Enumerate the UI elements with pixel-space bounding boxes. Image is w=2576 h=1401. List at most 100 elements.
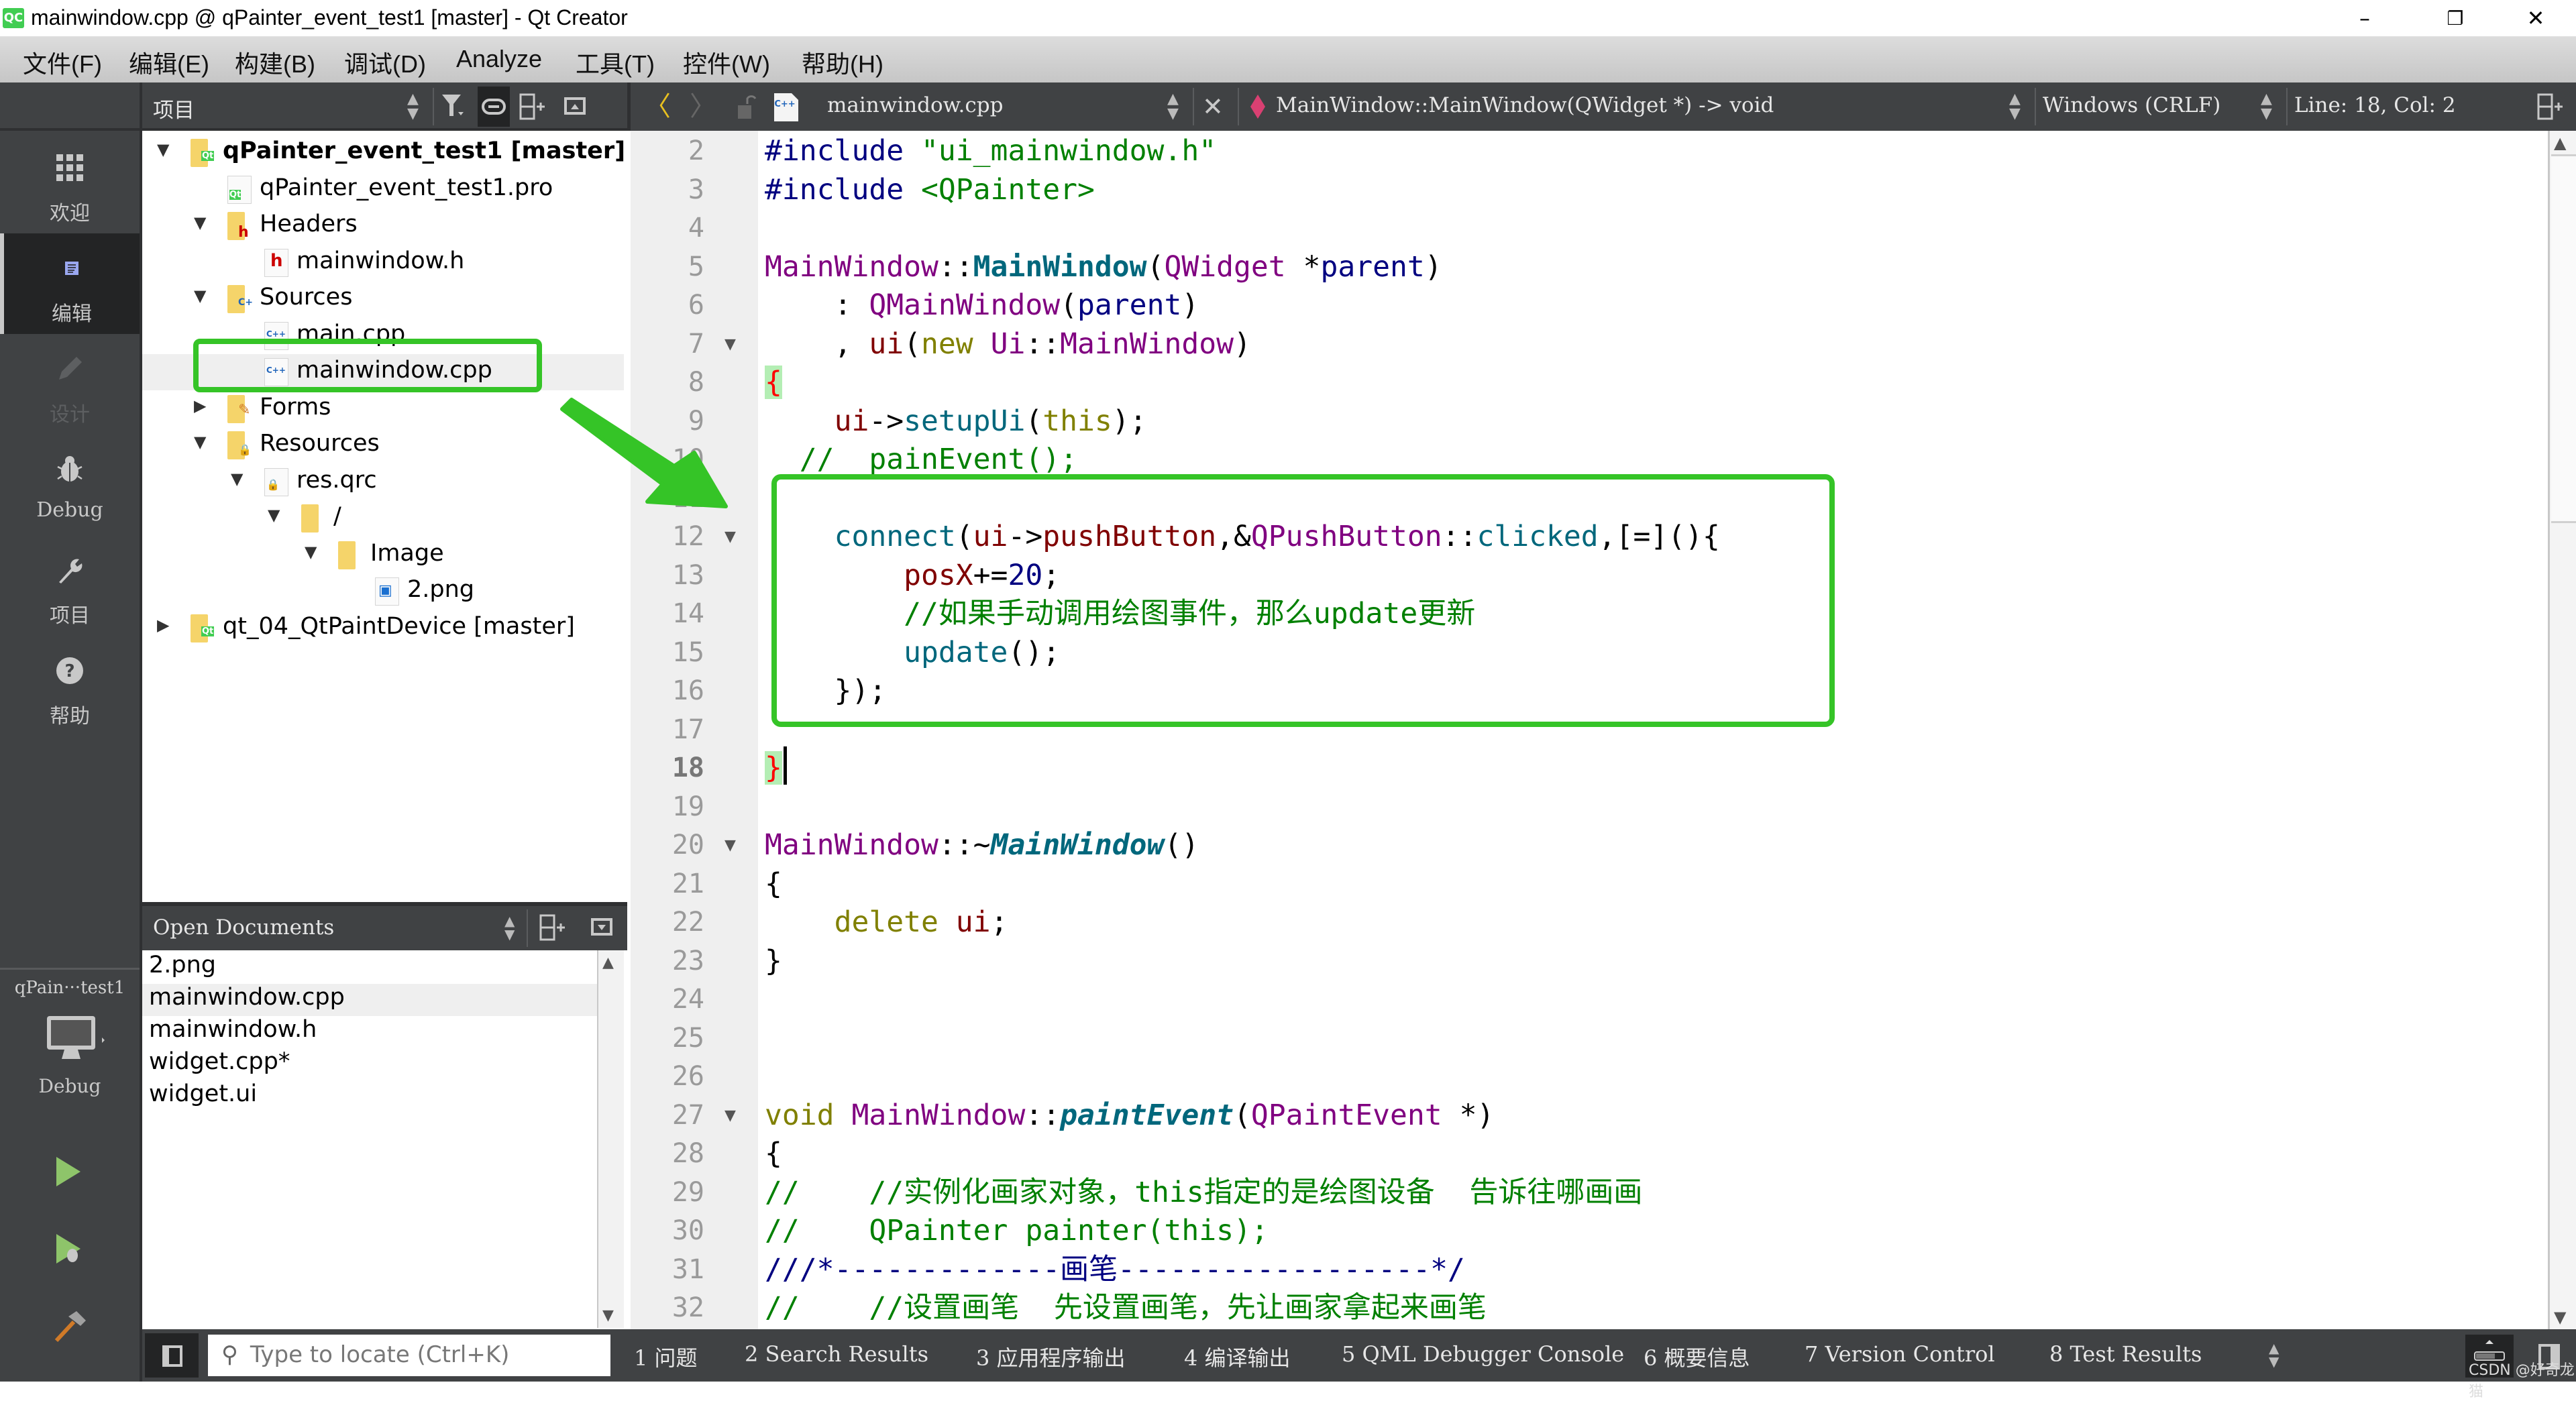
menu-tools[interactable]: 工具(T) bbox=[576, 45, 655, 80]
expand-arrow-icon[interactable]: ▼ bbox=[268, 506, 280, 524]
sync-link-button[interactable] bbox=[478, 87, 510, 127]
symbol-updown-icon[interactable]: ▲ ▼ bbox=[2009, 92, 2021, 121]
scroll-up-icon[interactable]: ▲ bbox=[2554, 133, 2566, 152]
menu-edit[interactable]: 编辑(E) bbox=[129, 45, 209, 80]
tree-item[interactable]: ▼ C+ Sources bbox=[142, 281, 624, 317]
expand-arrow-icon[interactable]: ▼ bbox=[305, 543, 317, 561]
code-line[interactable]: { bbox=[765, 865, 782, 903]
tree-item[interactable]: ▼ Qt qPainter_event_test1 [master] bbox=[142, 135, 625, 171]
output-pane-button[interactable]: 3 应用程序输出 bbox=[976, 1341, 1126, 1372]
menu-window[interactable]: 控件(W) bbox=[683, 45, 770, 80]
symbol-selector[interactable]: MainWindow::MainWindow(QWidget *) -> voi… bbox=[1276, 93, 1774, 117]
code-line[interactable]: : QMainWindow(parent) bbox=[765, 286, 1199, 325]
run-button[interactable] bbox=[54, 1156, 83, 1190]
filter-icon[interactable] bbox=[441, 92, 465, 126]
tree-item[interactable]: ▼ Image bbox=[142, 537, 624, 573]
tree-item[interactable]: ▼ h Headers bbox=[142, 208, 624, 244]
code-line[interactable]: } bbox=[765, 942, 782, 980]
open-document-item[interactable]: 2.png bbox=[142, 952, 597, 984]
code-line[interactable]: // painEvent(); bbox=[765, 441, 1077, 479]
code-line[interactable]: ui->setupUi(this); bbox=[765, 402, 1147, 441]
code-line[interactable]: // //实例化画家对象，this指定的是绘图设备 告诉往哪画画 bbox=[765, 1174, 1642, 1212]
code-line[interactable]: #include "ui_mainwindow.h" bbox=[765, 132, 1216, 170]
scroll-up-icon[interactable]: ▲ bbox=[602, 954, 614, 971]
toggle-sidebar-button[interactable] bbox=[145, 1333, 199, 1378]
view-selector-updown-icon[interactable]: ▲ ▼ bbox=[407, 92, 419, 121]
menu-analyze[interactable]: Analyze bbox=[456, 45, 542, 73]
expand-arrow-icon[interactable]: ▼ bbox=[194, 286, 206, 305]
open-documents-scrollbar[interactable]: ▲ ▼ bbox=[597, 950, 624, 1328]
close-document-icon[interactable]: ✕ bbox=[1202, 92, 1224, 121]
tree-item[interactable]: ▶ Qt qt_04_QtPaintDevice [master] bbox=[142, 610, 624, 647]
view-selector-updown-icon[interactable]: ▲ ▼ bbox=[504, 914, 515, 941]
expand-arrow-icon[interactable]: ▼ bbox=[231, 469, 243, 488]
collapse-arrow-icon[interactable]: ▶ bbox=[157, 616, 169, 634]
output-pane-button[interactable]: 1 问题 bbox=[634, 1341, 698, 1372]
unlock-icon[interactable] bbox=[737, 92, 757, 129]
file-updown-icon[interactable]: ▲ ▼ bbox=[1167, 92, 1179, 121]
fold-marker-icon[interactable]: ▼ bbox=[724, 826, 736, 864]
open-document-item[interactable]: widget.ui bbox=[142, 1080, 597, 1113]
tree-item[interactable]: Qt qPainter_event_test1.pro bbox=[142, 172, 624, 208]
maximize-button[interactable]: ❐ bbox=[2412, 0, 2499, 37]
scroll-down-icon[interactable]: ▼ bbox=[602, 1307, 614, 1324]
minimize-button[interactable]: – bbox=[2321, 0, 2408, 37]
build-button[interactable] bbox=[52, 1310, 87, 1347]
expand-arrow-icon[interactable]: ▼ bbox=[194, 213, 206, 232]
pane-updown-icon[interactable]: ▲ ▼ bbox=[2269, 1341, 2279, 1368]
fold-marker-icon[interactable]: ▼ bbox=[724, 325, 736, 363]
expand-arrow-icon[interactable]: ▼ bbox=[194, 433, 206, 451]
code-line[interactable]: delete ui; bbox=[765, 903, 1008, 942]
open-document-item[interactable]: mainwindow.h bbox=[142, 1016, 597, 1048]
scroll-down-icon[interactable]: ▼ bbox=[2554, 1308, 2566, 1327]
editor-scrollbar-thumb[interactable] bbox=[2551, 154, 2576, 523]
open-document-item[interactable]: mainwindow.cpp bbox=[142, 984, 597, 1016]
line-ending-updown-icon[interactable]: ▲ ▼ bbox=[2261, 92, 2272, 121]
menu-file[interactable]: 文件(F) bbox=[23, 45, 102, 80]
split-editor-icon[interactable] bbox=[2536, 92, 2565, 129]
output-pane-button[interactable]: 7 Version Control bbox=[1805, 1341, 1995, 1367]
menu-help[interactable]: 帮助(H) bbox=[802, 45, 883, 80]
code-line[interactable]: #include <QPainter> bbox=[765, 171, 1095, 209]
debug-run-button[interactable] bbox=[54, 1233, 83, 1268]
nav-back-icon[interactable]: 〈 bbox=[644, 92, 671, 121]
code-line[interactable]: void MainWindow::paintEvent(QPaintEvent … bbox=[765, 1097, 1494, 1135]
output-pane-button[interactable]: 6 概要信息 bbox=[1644, 1341, 1750, 1372]
mode-welcome[interactable]: 欢迎 bbox=[0, 133, 140, 233]
close-panel-icon[interactable] bbox=[561, 92, 588, 126]
output-pane-button[interactable]: 2 Search Results bbox=[745, 1341, 928, 1367]
mode-design[interactable]: 设计 bbox=[0, 334, 140, 435]
mode-debug[interactable]: Debug bbox=[0, 435, 140, 535]
code-line[interactable]: ///*-------------画笔------------------*/ bbox=[765, 1251, 1465, 1289]
current-file-selector[interactable]: mainwindow.cpp bbox=[827, 93, 1003, 117]
code-line[interactable]: MainWindow::~MainWindow() bbox=[765, 826, 1199, 864]
mode-help[interactable]: ? 帮助 bbox=[0, 636, 140, 736]
mode-projects[interactable]: 项目 bbox=[0, 535, 140, 636]
fold-marker-icon[interactable]: ▼ bbox=[724, 518, 736, 556]
expand-arrow-icon[interactable]: ▼ bbox=[157, 140, 169, 159]
kit-selector[interactable] bbox=[46, 1015, 106, 1064]
output-pane-button[interactable]: 4 编译输出 bbox=[1184, 1341, 1291, 1372]
menu-debug[interactable]: 调试(D) bbox=[344, 45, 426, 80]
locator-input[interactable]: ⚲ Type to locate (Ctrl+K) bbox=[208, 1335, 610, 1376]
code-line[interactable]: { bbox=[765, 363, 782, 402]
code-line[interactable]: // //设置画笔 先设置画笔，先让画家拿起来画笔 bbox=[765, 1289, 1487, 1327]
open-document-item[interactable]: widget.cpp* bbox=[142, 1048, 597, 1080]
cursor-position[interactable]: Line: 18, Col: 2 bbox=[2294, 93, 2456, 117]
fold-marker-icon[interactable]: ▼ bbox=[724, 1097, 736, 1135]
output-pane-button[interactable]: 5 QML Debugger Console bbox=[1342, 1341, 1624, 1367]
close-button[interactable]: ✕ bbox=[2492, 0, 2576, 37]
code-line[interactable]: } bbox=[765, 749, 782, 787]
collapse-arrow-icon[interactable]: ▶ bbox=[194, 396, 206, 415]
split-add-icon[interactable] bbox=[518, 92, 547, 129]
code-line[interactable]: { bbox=[765, 1135, 782, 1173]
tree-item[interactable]: ▣ 2.png bbox=[142, 573, 624, 610]
mode-edit[interactable]: 编辑 bbox=[0, 233, 140, 334]
menu-build[interactable]: 构建(B) bbox=[235, 45, 315, 80]
code-line[interactable]: , ui(new Ui::MainWindow) bbox=[765, 325, 1251, 363]
code-line[interactable]: MainWindow::MainWindow(QWidget *parent) bbox=[765, 248, 1442, 286]
nav-forward-icon[interactable]: 〉 bbox=[690, 92, 716, 121]
split-add-icon[interactable] bbox=[538, 913, 568, 950]
code-line[interactable]: // QPainter painter(this); bbox=[765, 1212, 1269, 1250]
tree-item[interactable]: h mainwindow.h bbox=[142, 245, 624, 281]
